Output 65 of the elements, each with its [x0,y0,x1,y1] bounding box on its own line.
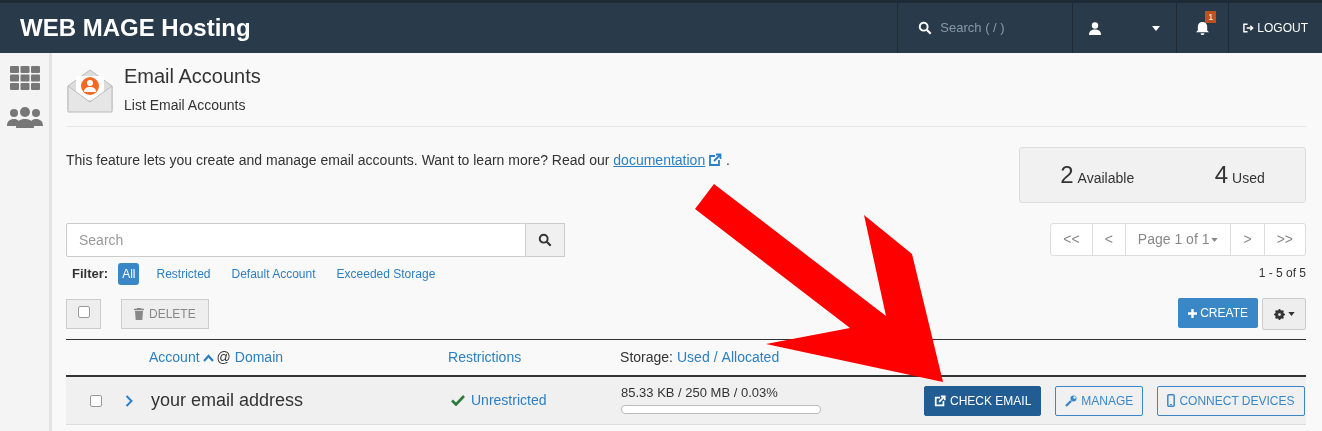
page-subtitle: List Email Accounts [124,96,247,115]
trash-icon [134,308,144,320]
account-name: your email address [151,389,305,412]
documentation-link[interactable]: documentation [613,152,706,168]
next-page-button[interactable]: > [1231,224,1265,255]
at-sign: @ [216,348,231,367]
page-title: Email Accounts [124,64,261,89]
row-checkbox[interactable] [89,394,102,407]
slash-separator: / [713,348,718,367]
caret-icon [1287,312,1295,316]
last-page-button[interactable]: >> [1264,224,1305,255]
row-action-button[interactable]: CONNECT DEVICES [1157,385,1305,416]
logout-button[interactable]: LOGOUT [1228,3,1322,53]
stat-value: 4 [1214,160,1229,190]
check-icon [451,395,465,406]
stat-label: Available [1077,169,1135,188]
external-link-icon [934,394,946,407]
users-icon[interactable] [6,106,43,128]
storage-usage: 85.33 KB / 250 MB / 0.03% [621,384,779,403]
wrench-icon [1065,394,1078,407]
external-link-icon [708,153,723,167]
filter-label: Filter: [72,265,109,284]
select-all-button[interactable] [66,299,101,329]
used-sort-link[interactable]: Used [677,347,710,368]
search-icon [918,21,933,35]
sort-ascending-icon [202,353,214,362]
settings-menu-button[interactable] [1262,298,1306,330]
intro-text: This feature lets you create and manage email accounts. Want to learn more? Read our documentation . [66,151,730,170]
create-button[interactable]: CREATE [1178,298,1258,328]
result-range: 1 - 5 of 5 [1258,265,1306,282]
search-field[interactable]: Search ( / ) [940,18,1041,38]
user-icon [1089,21,1102,35]
filter-option[interactable]: Exceeded Storage [332,263,440,285]
search-icon [538,233,552,247]
stat-value: 2 [1060,160,1074,190]
brand-title: WEB MAGE Hosting [20,13,251,43]
restrictions-column-header[interactable]: Restrictions [448,347,621,368]
select-all-checkbox[interactable] [77,306,90,318]
domain-column-header[interactable]: Domain [234,347,284,368]
filter-option[interactable]: Restricted [152,263,215,285]
notifications-button[interactable]: 1 [1176,3,1229,53]
caret-icon [1152,25,1161,31]
allocated-sort-link[interactable]: Allocated [721,347,780,368]
plus-icon [1188,308,1198,318]
phone-icon [1167,394,1176,407]
previous-page-button[interactable]: < [1092,224,1126,255]
row-action-button[interactable]: MANAGE [1055,385,1144,416]
row-action-button[interactable]: CHECK EMAIL [924,385,1042,416]
first-page-button[interactable]: << [1051,224,1093,255]
apps-grid-icon[interactable] [9,66,40,90]
caret-icon [1211,237,1219,242]
delete-button[interactable]: DELETE [121,299,209,329]
storage-column-label: Storage: [620,348,673,367]
bell-icon [1195,20,1211,36]
page-select[interactable]: Page 1 of 1 [1125,224,1232,255]
settings-icon [1273,308,1285,320]
account-column-header[interactable]: Account [149,347,200,368]
filter-option[interactable]: All [118,263,140,285]
filter-option[interactable]: Default Account [227,263,320,285]
notification-badge: 1 [1205,11,1217,23]
chevron-right-icon[interactable] [125,394,133,407]
logout-icon [1243,23,1255,33]
stat-label: Used [1232,169,1265,188]
search-field[interactable]: Search [66,223,526,257]
search-button[interactable] [526,223,565,257]
